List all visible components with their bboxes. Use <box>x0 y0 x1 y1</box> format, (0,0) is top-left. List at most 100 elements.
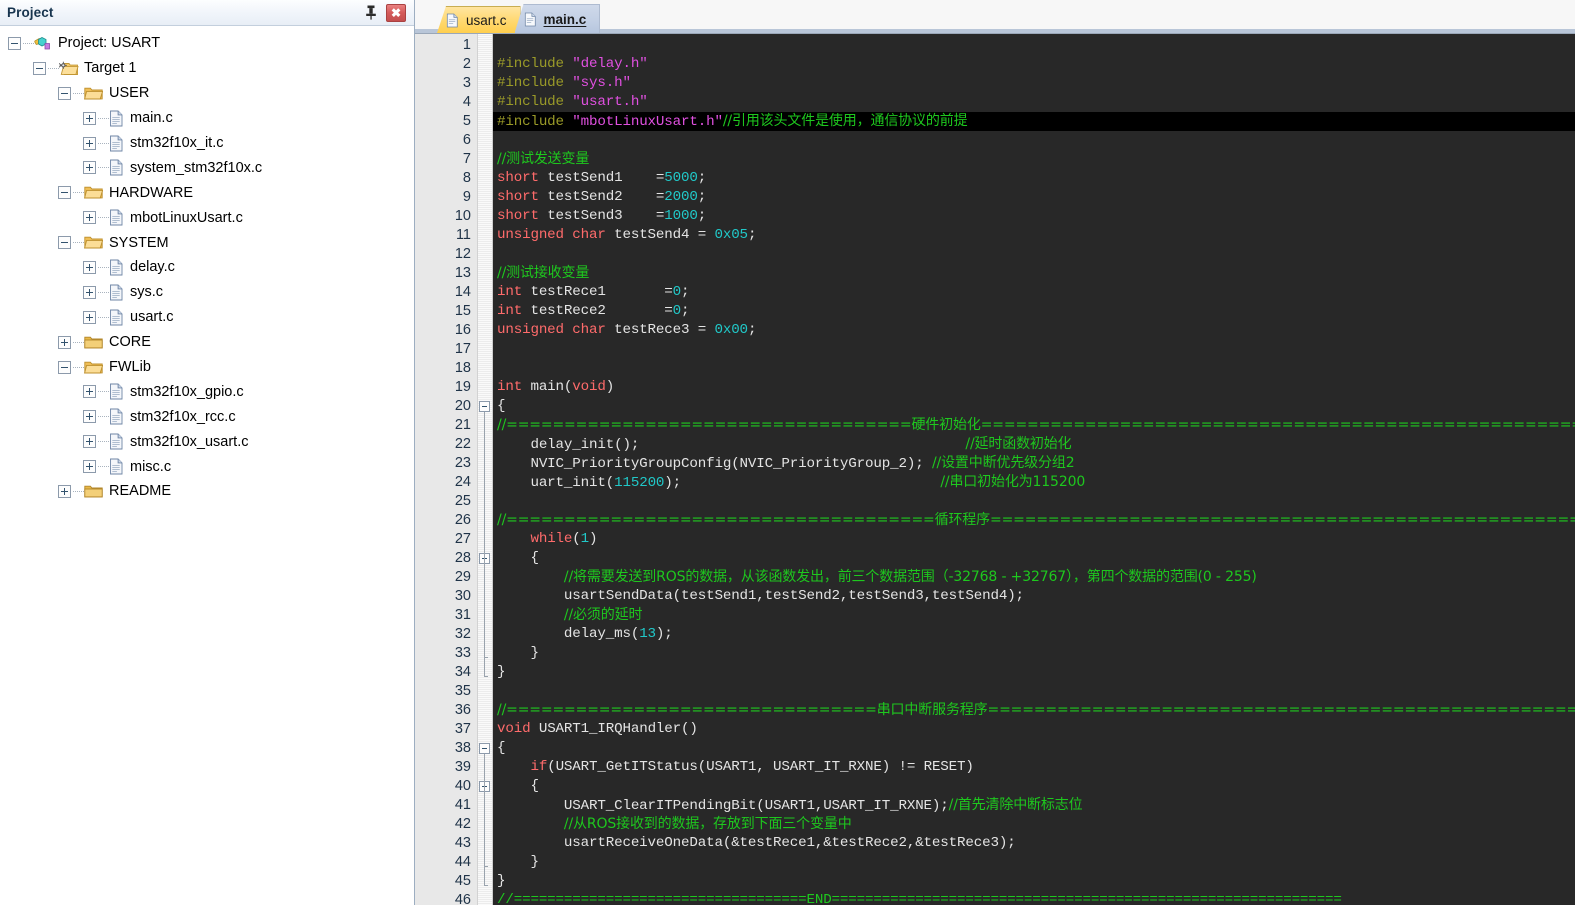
collapse-icon[interactable] <box>33 61 46 75</box>
code-line[interactable]: } <box>493 853 1575 872</box>
code-line[interactable]: usartReceiveOneData(&testRece1,&testRece… <box>493 834 1575 853</box>
editor-tab-main-c[interactable]: main.c <box>514 4 601 33</box>
code-line[interactable]: short testSend2 =2000; <box>493 188 1575 207</box>
pin-icon[interactable] <box>363 4 379 21</box>
tree-item-readme[interactable]: README <box>0 479 414 504</box>
code-line[interactable]: #include "delay.h" <box>493 55 1575 74</box>
code-line[interactable]: NVIC_PriorityGroupConfig(NVIC_PriorityGr… <box>493 454 1575 473</box>
code-line[interactable] <box>493 359 1575 378</box>
code-line[interactable]: #include "usart.h" <box>493 93 1575 112</box>
collapse-icon[interactable] <box>8 36 21 50</box>
code-token-pl: { <box>497 398 506 414</box>
line-number: 42 <box>454 816 471 832</box>
code-line[interactable]: while(1) <box>493 530 1575 549</box>
source-code-text[interactable]: #include "delay.h" #include "sys.h" #inclu… <box>493 34 1575 905</box>
code-line[interactable]: delay_init(); //延时函数初始化 <box>493 435 1575 454</box>
tree-item-fwlib[interactable]: FWLib <box>0 355 414 380</box>
code-line[interactable] <box>493 340 1575 359</box>
code-line[interactable]: unsigned char testRece3 = 0x00; <box>493 321 1575 340</box>
expand-icon[interactable] <box>83 211 96 225</box>
code-line[interactable]: { <box>493 397 1575 416</box>
tree-item-misc-c[interactable]: misc.c <box>0 454 414 479</box>
code-line[interactable]: #include "sys.h" <box>493 74 1575 93</box>
tree-item-core[interactable]: CORE <box>0 330 414 355</box>
tree-item-main-c[interactable]: main.c <box>0 106 414 131</box>
code-line[interactable] <box>493 131 1575 150</box>
collapse-icon[interactable] <box>58 360 71 374</box>
expand-icon[interactable] <box>83 260 96 274</box>
code-line[interactable]: #include "mbotLinuxUsart.h"//引用该头文件是使用，通… <box>493 112 1575 131</box>
code-line[interactable]: short testSend1 =5000; <box>493 169 1575 188</box>
project-tree[interactable]: Project: USART Target 1 USER main.c stm32f10… <box>0 26 414 905</box>
tree-item-usart-c[interactable]: usart.c <box>0 305 414 330</box>
code-line[interactable]: void USART1_IRQHandler() <box>493 720 1575 739</box>
fold-toggle-20[interactable] <box>479 401 490 412</box>
code-line[interactable]: } <box>493 872 1575 891</box>
code-line[interactable]: delay_ms(13); <box>493 625 1575 644</box>
code-line[interactable]: //===================================END… <box>493 891 1575 905</box>
expand-icon[interactable] <box>83 285 96 299</box>
collapse-icon[interactable] <box>58 86 71 100</box>
code-line[interactable]: //================================串口中断服务… <box>493 701 1575 720</box>
tree-item-user[interactable]: USER <box>0 81 414 106</box>
tree-item-project-usart[interactable]: Project: USART <box>0 31 414 56</box>
code-line[interactable]: //必须的延时 <box>493 606 1575 625</box>
tree-connector <box>73 192 84 194</box>
fold-toggle-38[interactable] <box>479 743 490 754</box>
code-editor[interactable]: 1 2 3 4 5 6 7 8 9 10 11 12 13 14 15 16 17 18 19 20 21 22 23 24 2… <box>415 33 1575 905</box>
expand-icon[interactable] <box>83 136 96 150</box>
tree-item-stm32f10x-usart-c[interactable]: stm32f10x_usart.c <box>0 429 414 454</box>
tree-item-stm32f10x-rcc-c[interactable]: stm32f10x_rcc.c <box>0 404 414 429</box>
code-line[interactable]: } <box>493 663 1575 682</box>
tree-item-stm32f10x-it-c[interactable]: stm32f10x_it.c <box>0 131 414 156</box>
expand-icon[interactable] <box>83 460 96 474</box>
code-folding-column[interactable] <box>478 34 493 905</box>
code-line[interactable] <box>493 682 1575 701</box>
close-icon[interactable]: ✖ <box>386 3 406 22</box>
tree-item-hardware[interactable]: HARDWARE <box>0 180 414 205</box>
expand-icon[interactable] <box>83 435 96 449</box>
expand-icon[interactable] <box>83 161 96 175</box>
code-line[interactable]: //===================================硬件初… <box>493 416 1575 435</box>
code-line[interactable]: int testRece2 =0; <box>493 302 1575 321</box>
tree-item-sys-c[interactable]: sys.c <box>0 280 414 305</box>
expand-icon[interactable] <box>58 484 71 498</box>
code-line[interactable]: usartSendData(testSend1,testSend2,testSe… <box>493 587 1575 606</box>
expand-icon[interactable] <box>83 111 96 125</box>
code-line[interactable] <box>493 36 1575 55</box>
code-line[interactable]: //=====================================循… <box>493 511 1575 530</box>
code-line[interactable]: } <box>493 644 1575 663</box>
tree-item-stm32f10x-gpio-c[interactable]: stm32f10x_gpio.c <box>0 379 414 404</box>
code-line[interactable]: { <box>493 739 1575 758</box>
code-line[interactable]: short testSend3 =1000; <box>493 207 1575 226</box>
code-line[interactable]: if(USART_GetITStatus(USART1, USART_IT_RX… <box>493 758 1575 777</box>
tree-item-system[interactable]: SYSTEM <box>0 230 414 255</box>
code-line[interactable] <box>493 492 1575 511</box>
code-line[interactable]: { <box>493 777 1575 796</box>
collapse-icon[interactable] <box>58 186 71 200</box>
code-line[interactable]: //测试发送变量 <box>493 150 1575 169</box>
code-line[interactable]: uart_init(115200); //串口初始化为115200 <box>493 473 1575 492</box>
editor-tab-bar: usart.c main.c <box>415 0 1575 33</box>
code-line[interactable]: USART_ClearITPendingBit(USART1,USART_IT_… <box>493 796 1575 815</box>
tree-item-target-1[interactable]: Target 1 <box>0 56 414 81</box>
editor-tab-usart-c[interactable]: usart.c <box>437 6 521 33</box>
tree-item-delay-c[interactable]: delay.c <box>0 255 414 280</box>
code-line[interactable] <box>493 245 1575 264</box>
code-line[interactable]: { <box>493 549 1575 568</box>
code-line[interactable]: int testRece1 =0; <box>493 283 1575 302</box>
code-line[interactable]: //测试接收变量 <box>493 264 1575 283</box>
tree-item-mbotlinuxusart-c[interactable]: mbotLinuxUsart.c <box>0 205 414 230</box>
code-line[interactable]: //将需要发送到ROS的数据，从该函数发出，前三个数据范围（-32768 - +… <box>493 568 1575 587</box>
tree-item-label: misc.c <box>130 458 172 475</box>
code-line[interactable]: unsigned char testSend4 = 0x05; <box>493 226 1575 245</box>
expand-icon[interactable] <box>83 385 96 399</box>
expand-icon[interactable] <box>83 410 96 424</box>
code-line[interactable]: int main(void) <box>493 378 1575 397</box>
expand-icon[interactable] <box>83 310 96 324</box>
collapse-icon[interactable] <box>58 236 71 250</box>
code-line[interactable]: //从ROS接收到的数据，存放到下面三个变量中 <box>493 815 1575 834</box>
tree-item-system-stm32f10x-c[interactable]: system_stm32f10x.c <box>0 155 414 180</box>
expand-icon[interactable] <box>58 335 71 349</box>
